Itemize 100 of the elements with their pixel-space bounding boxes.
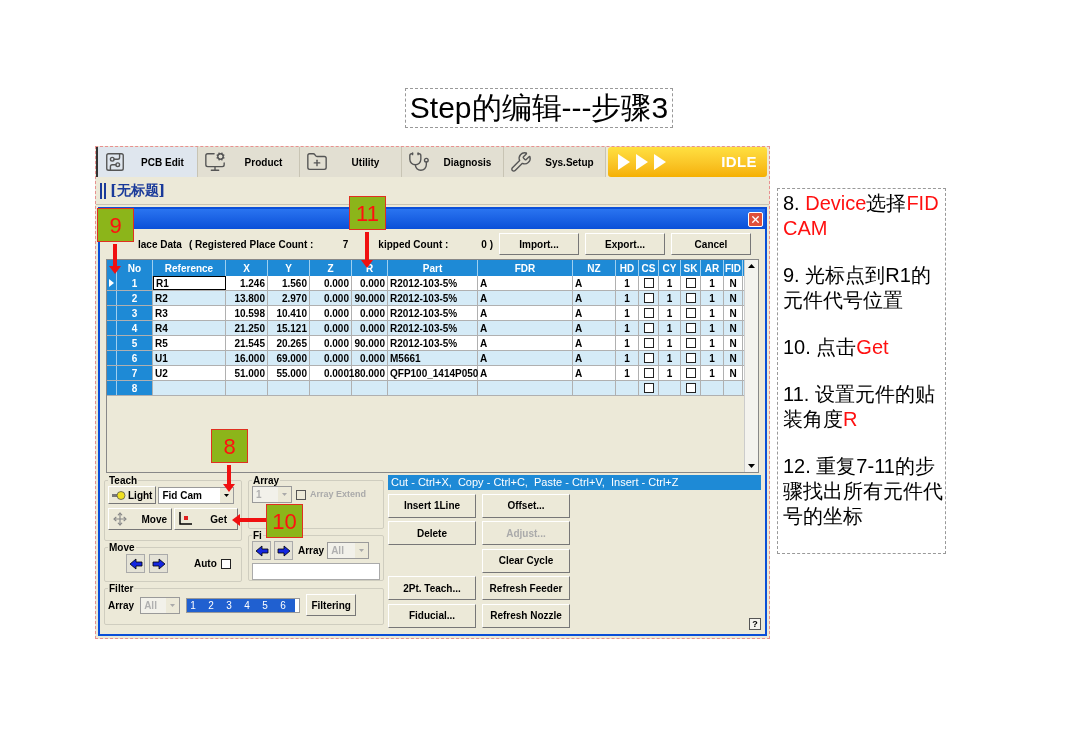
status-indicator: IDLE	[608, 147, 767, 177]
list-item[interactable]: 5	[259, 598, 278, 612]
list-item[interactable]: 3	[223, 598, 242, 612]
action-button[interactable]: Offset...	[482, 493, 570, 518]
checkbox[interactable]	[685, 383, 696, 393]
table-cell: A	[573, 321, 616, 335]
action-button[interactable]: 2Pt. Teach...	[388, 576, 476, 600]
checkbox[interactable]	[643, 368, 654, 378]
table-cell: N	[724, 321, 743, 335]
help-button[interactable]: ?	[749, 617, 761, 630]
toolbar-tab[interactable]: Utility	[300, 147, 402, 177]
row-number: 7	[117, 366, 153, 380]
checkbox[interactable]	[685, 338, 696, 348]
checkbox[interactable]	[643, 383, 654, 393]
table-cell: 1	[701, 291, 724, 305]
table-cell: 21.545	[226, 336, 268, 350]
row-number: 4	[117, 321, 153, 335]
list-item[interactable]: 2	[205, 598, 224, 612]
checkbox[interactable]	[685, 368, 696, 378]
panel-title: Filter	[108, 583, 135, 594]
table-cell: N	[724, 306, 743, 320]
checkbox[interactable]	[643, 323, 654, 333]
table-row[interactable]: 3 R3 10.598 10.410 0.000 0.000 R2012-103-5% A A 1 1 1 N	[107, 306, 744, 321]
toolbar-tab[interactable]: PCB Edit	[96, 147, 198, 177]
grip-icon	[100, 182, 106, 199]
action-button[interactable]: Delete	[388, 521, 476, 545]
action-button[interactable]: Refresh Feeder	[482, 576, 570, 600]
toolbar-tab[interactable]: Sys.Setup	[504, 147, 606, 177]
left-arrow-button[interactable]	[252, 541, 271, 560]
table-cell: 1.246	[226, 276, 268, 290]
list-item[interactable]: 4	[241, 598, 260, 612]
table-row[interactable]: 5 R5 21.545 20.265 0.000 90.000 R2012-103-5% A A 1 1 1 N	[107, 336, 744, 351]
checkbox[interactable]	[220, 558, 231, 569]
checkbox[interactable]	[685, 308, 696, 318]
dropdown[interactable]: Fid Cam	[158, 486, 235, 504]
table-cell: A	[573, 366, 616, 380]
table-row[interactable]: 6 U1 16.000 69.000 0.000 0.000 M5661 A A 1 1 1 N	[107, 351, 744, 366]
checkbox[interactable]	[685, 353, 696, 363]
axes-icon	[177, 511, 193, 527]
table-row[interactable]: 1 R1 1.246 1.560 0.000 0.000 R2012-103-5% A A 1 1 1 N	[107, 276, 744, 291]
list-item[interactable]: 1	[187, 598, 206, 612]
array-label: Array	[108, 598, 135, 613]
filtering-button[interactable]: Filtering	[306, 594, 357, 616]
checkbox[interactable]	[643, 308, 654, 318]
table-cell: A	[573, 351, 616, 365]
table-cell: N	[724, 336, 743, 350]
close-button[interactable]	[748, 211, 763, 227]
panel-title: Move	[108, 542, 136, 553]
table-cell: 16.000	[226, 351, 268, 365]
table-cell: 0.000	[352, 276, 388, 290]
table-row[interactable]: 4 R4 21.250 15.121 0.000 0.000 R2012-103-5% A A 1 1 1 N	[107, 321, 744, 336]
dialog-button[interactable]: Import...	[499, 233, 579, 255]
table-cell: R2012-103-5%	[388, 291, 478, 305]
table-row[interactable]: 2 R2 13.800 2.970 0.000 90.000 R2012-103-5% A A 1 1 1 N	[107, 291, 744, 306]
table-cell: 1	[701, 321, 724, 335]
table-cell: 1	[659, 276, 681, 290]
dialog-button[interactable]: Cancel	[671, 233, 751, 255]
checkbox[interactable]	[643, 293, 654, 303]
table-cell: R4	[153, 321, 226, 335]
table-cell: 0.000	[352, 351, 388, 365]
table-cell: A	[478, 276, 573, 290]
action-button[interactable]: Insert 1Line	[388, 493, 476, 518]
table-cell: N	[724, 351, 743, 365]
get-button[interactable]: Get	[174, 508, 238, 530]
checkbox[interactable]	[643, 338, 654, 348]
move-button[interactable]: Move	[108, 508, 172, 530]
table-row[interactable]: 7 U2 51.000 55.000 0.000180.000 QFP100_1414P050A A 1 1 1 N	[107, 366, 744, 381]
table-cell: A	[573, 336, 616, 350]
checkbox[interactable]	[685, 323, 696, 333]
table-cell: R5	[153, 336, 226, 350]
table-cell: 1	[616, 321, 639, 335]
action-button[interactable]: Refresh Nozzle	[482, 603, 570, 628]
row-number: 6	[117, 351, 153, 365]
array-list[interactable]: 1 2 3 4 5 6	[186, 597, 301, 613]
left-arrow-button[interactable]	[126, 554, 145, 573]
table-cell: 1	[659, 351, 681, 365]
table-cell: 1	[616, 306, 639, 320]
right-arrow-button[interactable]	[274, 541, 293, 560]
table-cell: 2.970	[268, 291, 310, 305]
right-arrow-button[interactable]	[149, 554, 168, 573]
light-button[interactable]: Light	[108, 486, 157, 504]
list-item[interactable]: 6	[277, 598, 296, 612]
dialog-button[interactable]: Export...	[585, 233, 665, 255]
checkbox[interactable]	[685, 293, 696, 303]
panel-title: Array	[252, 475, 281, 486]
summary-label: kipped Count :	[378, 237, 449, 252]
table-cell: 69.000	[268, 351, 310, 365]
toolbar-tab[interactable]: Diagnosis	[402, 147, 504, 177]
checkbox[interactable]	[685, 278, 696, 288]
toolbar-tab[interactable]: Product	[198, 147, 300, 177]
table-cell: 55.000	[268, 366, 310, 380]
caret-icon	[220, 487, 234, 503]
action-button[interactable]: Clear Cycle	[482, 548, 570, 573]
row-header[interactable]	[107, 276, 117, 290]
action-button[interactable]: Fiducial...	[388, 603, 476, 628]
checkbox[interactable]	[643, 278, 654, 288]
table-row[interactable]: 8	[107, 381, 744, 396]
checkbox[interactable]	[643, 353, 654, 363]
caret-icon	[355, 543, 369, 558]
text-field[interactable]	[252, 563, 380, 580]
